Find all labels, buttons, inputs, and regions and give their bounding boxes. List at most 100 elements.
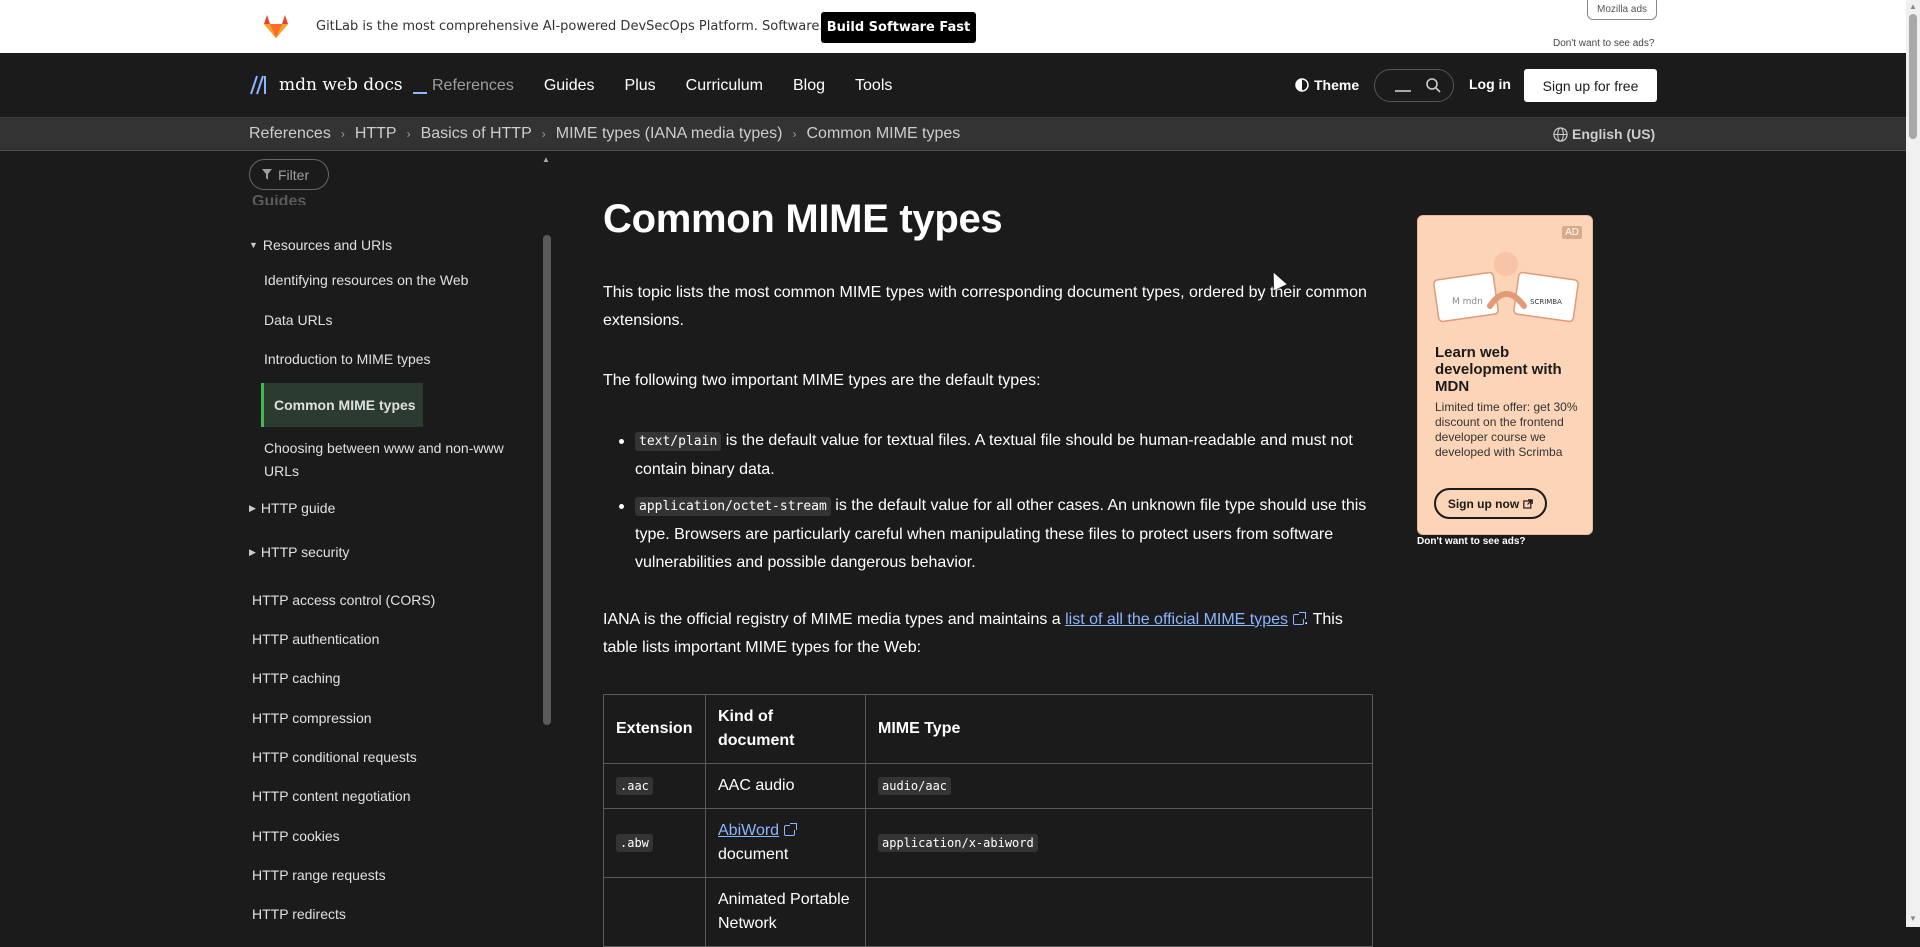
ad-signup-button[interactable]: Sign up now bbox=[1434, 488, 1547, 519]
side-ad-no-ads-link[interactable]: Don't want to see ads? bbox=[1417, 536, 1526, 547]
filter-input[interactable]: Filter bbox=[249, 159, 329, 190]
sidebar-section-label: HTTP guide bbox=[260, 500, 336, 516]
side-ad[interactable]: AD M mdn SCRIMBA Learn web development w… bbox=[1417, 215, 1593, 535]
external-link-icon bbox=[1293, 612, 1307, 625]
language-selector[interactable]: English (US) bbox=[1553, 126, 1655, 142]
abiword-link[interactable]: AbiWord bbox=[718, 822, 779, 839]
top-navigation: mdn web docs References Guides Plus Curr… bbox=[0, 53, 1906, 118]
breadcrumb-http[interactable]: HTTP bbox=[355, 125, 397, 143]
breadcrumb-mime-types[interactable]: MIME types (IANA media types) bbox=[556, 125, 783, 143]
ad-illustration-icon: M mdn SCRIMBA bbox=[1433, 252, 1579, 323]
theme-label: Theme bbox=[1314, 77, 1360, 93]
mdn-logo[interactable]: mdn web docs bbox=[249, 75, 427, 95]
mime-types-table: Extension Kind of document MIME Type .aa… bbox=[603, 694, 1373, 947]
default-types-list: text/plain is the default value for text… bbox=[603, 427, 1373, 585]
sidebar-item-data-urls[interactable]: Data URLs bbox=[264, 312, 332, 328]
breadcrumb-references[interactable]: References bbox=[249, 125, 331, 143]
signup-button[interactable]: Sign up for free bbox=[1524, 69, 1657, 102]
mozilla-ads-link[interactable]: Mozilla ads bbox=[1587, 0, 1657, 20]
sidebar-section-label: HTTP security bbox=[260, 544, 350, 560]
menu-blog[interactable]: Blog bbox=[793, 77, 825, 95]
breadcrumb: References › HTTP › Basics of HTTP › MIM… bbox=[249, 118, 960, 150]
logo-text: mdn web docs bbox=[279, 75, 403, 95]
inline-code: application/x-abiword bbox=[878, 834, 1038, 852]
table-header-mime: MIME Type bbox=[865, 694, 1373, 764]
iana-text-before: IANA is the official registry of MIME me… bbox=[603, 611, 1066, 628]
sidebar-item-redirects[interactable]: HTTP redirects bbox=[252, 906, 346, 922]
page-scrollbar[interactable]: ▲ ▼ bbox=[1906, 0, 1920, 927]
table-cell-ext: .abw bbox=[603, 808, 706, 878]
table-cell-kind: Animated Portable Network bbox=[705, 877, 866, 947]
sidebar-item-intro-mime[interactable]: Introduction to MIME types bbox=[264, 351, 431, 367]
list-item: text/plain is the default value for text… bbox=[603, 427, 1373, 484]
triangle-down-icon: ▼ bbox=[249, 240, 258, 250]
menu-guides[interactable]: Guides bbox=[544, 77, 595, 95]
sidebar-scrollbar[interactable] bbox=[543, 235, 551, 725]
sidebar-section-http-security[interactable]: ▶ HTTP security bbox=[249, 544, 349, 560]
table-cell-ext bbox=[603, 877, 706, 947]
chevron-right-icon: › bbox=[406, 127, 411, 141]
table-cell-kind: AbiWord document bbox=[705, 808, 866, 878]
breadcrumb-basics[interactable]: Basics of HTTP bbox=[421, 125, 532, 143]
search-cursor bbox=[1395, 89, 1411, 92]
sidebar-item-conditional-requests[interactable]: HTTP conditional requests bbox=[252, 749, 417, 765]
sidebar-item-compression[interactable]: HTTP compression bbox=[252, 710, 372, 726]
table-cell-mime: application/x-abiword bbox=[865, 808, 1373, 878]
menu-curriculum[interactable]: Curriculum bbox=[686, 77, 763, 95]
filter-placeholder: Filter bbox=[278, 166, 310, 183]
scroll-up-icon[interactable]: ▲ bbox=[1909, 2, 1917, 11]
sidebar-item-authentication[interactable]: HTTP authentication bbox=[252, 631, 379, 647]
build-software-fast-button[interactable]: Build Software Fast bbox=[821, 12, 976, 43]
top-ad-banner: GitLab is the most comprehensive AI-powe… bbox=[0, 0, 1906, 53]
sidebar-item-range-requests[interactable]: HTTP range requests bbox=[252, 867, 386, 883]
login-link[interactable]: Log in bbox=[1469, 76, 1511, 92]
page-scrollbar-thumb[interactable] bbox=[1909, 14, 1917, 139]
kind-text: document bbox=[718, 846, 789, 863]
breadcrumb-current[interactable]: Common MIME types bbox=[806, 125, 960, 143]
theme-button[interactable]: Theme bbox=[1295, 77, 1359, 93]
list-item: application/octet-stream is the default … bbox=[603, 492, 1373, 577]
sidebar-section-http-guide[interactable]: ▶ HTTP guide bbox=[249, 500, 335, 516]
sidebar-scroll-up-icon[interactable]: ▲ bbox=[542, 155, 550, 164]
inline-code: .abw bbox=[616, 834, 653, 852]
chevron-right-icon: › bbox=[541, 127, 546, 141]
sidebar-item-identifying-resources[interactable]: Identifying resources on the Web bbox=[264, 272, 468, 288]
main-menu: References Guides Plus Curriculum Blog T… bbox=[432, 53, 922, 118]
table-row: .aac AAC audio audio/aac bbox=[603, 763, 1373, 809]
external-link-icon bbox=[784, 823, 798, 836]
intro-paragraph: This topic lists the most common MIME ty… bbox=[603, 284, 1367, 329]
logo-cursor bbox=[412, 92, 427, 94]
menu-plus[interactable]: Plus bbox=[625, 77, 656, 95]
external-link-icon bbox=[1523, 498, 1533, 509]
triangle-right-icon: ▶ bbox=[249, 502, 256, 513]
table-header-kind: Kind of document bbox=[705, 694, 866, 764]
no-ads-link[interactable]: Don't want to see ads? bbox=[1553, 38, 1654, 49]
table-cell-mime bbox=[865, 877, 1373, 947]
sidebar-item-caching[interactable]: HTTP caching bbox=[252, 670, 340, 686]
sidebar-section-resources[interactable]: ▼ Resources and URIs bbox=[249, 237, 392, 253]
globe-icon bbox=[1553, 126, 1568, 142]
search-input[interactable] bbox=[1374, 69, 1454, 102]
table-cell-kind: AAC audio bbox=[705, 763, 866, 809]
list-item-text: is the default value for textual files. … bbox=[635, 432, 1353, 478]
table-header-extension: Extension bbox=[603, 694, 706, 764]
theme-icon bbox=[1295, 78, 1309, 92]
ad-banner-text[interactable]: GitLab is the most comprehensive AI-powe… bbox=[316, 19, 870, 34]
page-title: Common MIME types bbox=[603, 197, 1003, 241]
table-header-row: Extension Kind of document MIME Type bbox=[603, 694, 1373, 764]
search-icon[interactable] bbox=[1426, 78, 1441, 93]
sidebar-item-content-negotiation[interactable]: HTTP content negotiation bbox=[252, 788, 411, 804]
inline-code: .aac bbox=[616, 777, 653, 795]
official-mime-types-link[interactable]: list of all the official MIME types bbox=[1065, 611, 1288, 628]
sidebar-item-www-non-www[interactable]: Choosing between www and non-www URLs bbox=[264, 437, 534, 483]
sidebar-item-cors[interactable]: HTTP access control (CORS) bbox=[252, 592, 435, 608]
gitlab-logo-icon bbox=[264, 15, 288, 38]
sidebar-item-cookies[interactable]: HTTP cookies bbox=[252, 828, 340, 844]
chevron-right-icon: › bbox=[340, 127, 345, 141]
scroll-down-icon[interactable]: ▼ bbox=[1909, 914, 1917, 923]
filter-icon bbox=[262, 167, 272, 183]
sidebar-item-common-mime-types[interactable]: Common MIME types bbox=[261, 383, 423, 427]
inline-code: application/octet-stream bbox=[635, 497, 831, 516]
menu-tools[interactable]: Tools bbox=[855, 77, 892, 95]
menu-references[interactable]: References bbox=[432, 77, 514, 95]
